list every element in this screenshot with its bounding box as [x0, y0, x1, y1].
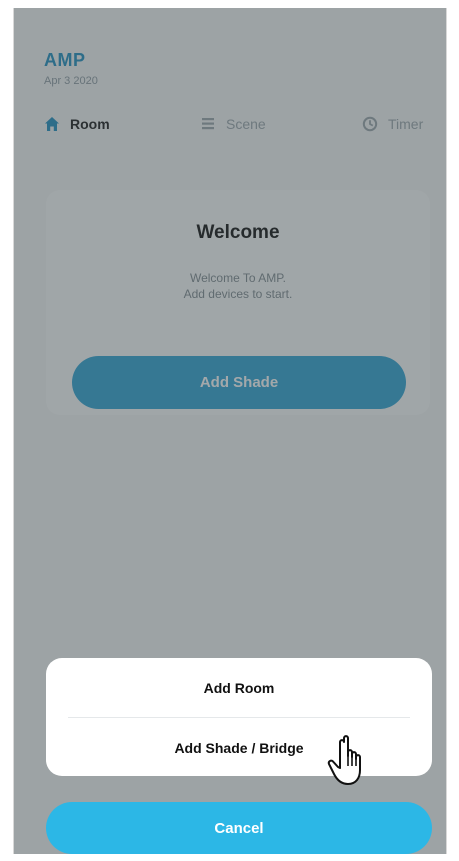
add-shade-bridge-option[interactable]: Add Shade / Bridge: [46, 718, 432, 776]
hand-pointer-icon: [327, 735, 361, 785]
action-sheet: Add Room Add Shade / Bridge: [46, 658, 432, 776]
add-room-option[interactable]: Add Room: [46, 658, 432, 717]
cancel-button[interactable]: Cancel: [46, 802, 432, 854]
phone-screen: AMP Apr 3 2020 Room Scene Timer Welcome …: [13, 8, 447, 854]
